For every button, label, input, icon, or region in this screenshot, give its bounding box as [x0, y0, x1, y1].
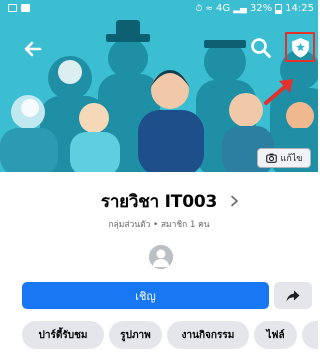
tab-watch-party[interactable]: ปาร์ตี้รับชม: [22, 321, 104, 349]
back-arrow-icon[interactable]: [22, 38, 44, 60]
signal-icon: ▂▄: [233, 4, 247, 14]
admin-tools-button[interactable]: [285, 32, 315, 62]
battery-icon: [275, 4, 283, 14]
tab-photos[interactable]: รูปภาพ: [109, 321, 162, 349]
group-privacy-members: กลุ่มส่วนตัว • สมาชิก 1 คน: [108, 220, 210, 230]
share-button[interactable]: [274, 282, 312, 309]
edit-cover-label: แก้ไข: [280, 154, 303, 164]
gallery-notification-icon: [8, 4, 17, 12]
tab-events-label: งานกิจกรรม: [181, 329, 235, 341]
invite-label: เชิญ: [135, 289, 156, 303]
group-title[interactable]: รายวิชา IT003: [101, 192, 217, 212]
media-notification-icon: [21, 4, 30, 12]
member-avatar[interactable]: [149, 245, 173, 269]
status-notification-icons: [8, 4, 30, 12]
tab-more-partial[interactable]: [302, 321, 318, 349]
default-avatar-icon: [149, 245, 173, 269]
tab-files-label: ไฟล์: [266, 329, 285, 341]
group-cover-photo[interactable]: ⏱ ≈ 4G ▂▄ 32% 14:25 แก้ไข: [0, 0, 318, 172]
red-annotation-arrow: [264, 79, 293, 105]
wifi-icon: ≈: [205, 4, 213, 14]
tab-files[interactable]: ไฟล์: [254, 321, 297, 349]
status-bar: ⏱ ≈ 4G ▂▄ 32% 14:25: [0, 0, 318, 20]
share-arrow-icon: [286, 290, 300, 301]
tab-events[interactable]: งานกิจกรรม: [167, 321, 249, 349]
network-type: 4G: [215, 3, 231, 14]
tab-photos-label: รูปภาพ: [120, 329, 151, 341]
alarm-icon: ⏱: [195, 4, 203, 14]
clock: 14:25: [285, 3, 314, 14]
chevron-right-icon[interactable]: [230, 195, 239, 207]
invite-button[interactable]: เชิญ: [22, 282, 269, 309]
battery-percentage: 32%: [249, 3, 273, 14]
camera-icon: [265, 153, 277, 163]
search-icon[interactable]: [250, 37, 272, 59]
tab-watch-party-label: ปาร์ตี้รับชม: [38, 329, 88, 341]
edit-cover-button[interactable]: แก้ไข: [257, 148, 311, 168]
group-name-row[interactable]: รายวิชา IT003: [0, 188, 318, 215]
shield-star-icon: [292, 38, 309, 58]
